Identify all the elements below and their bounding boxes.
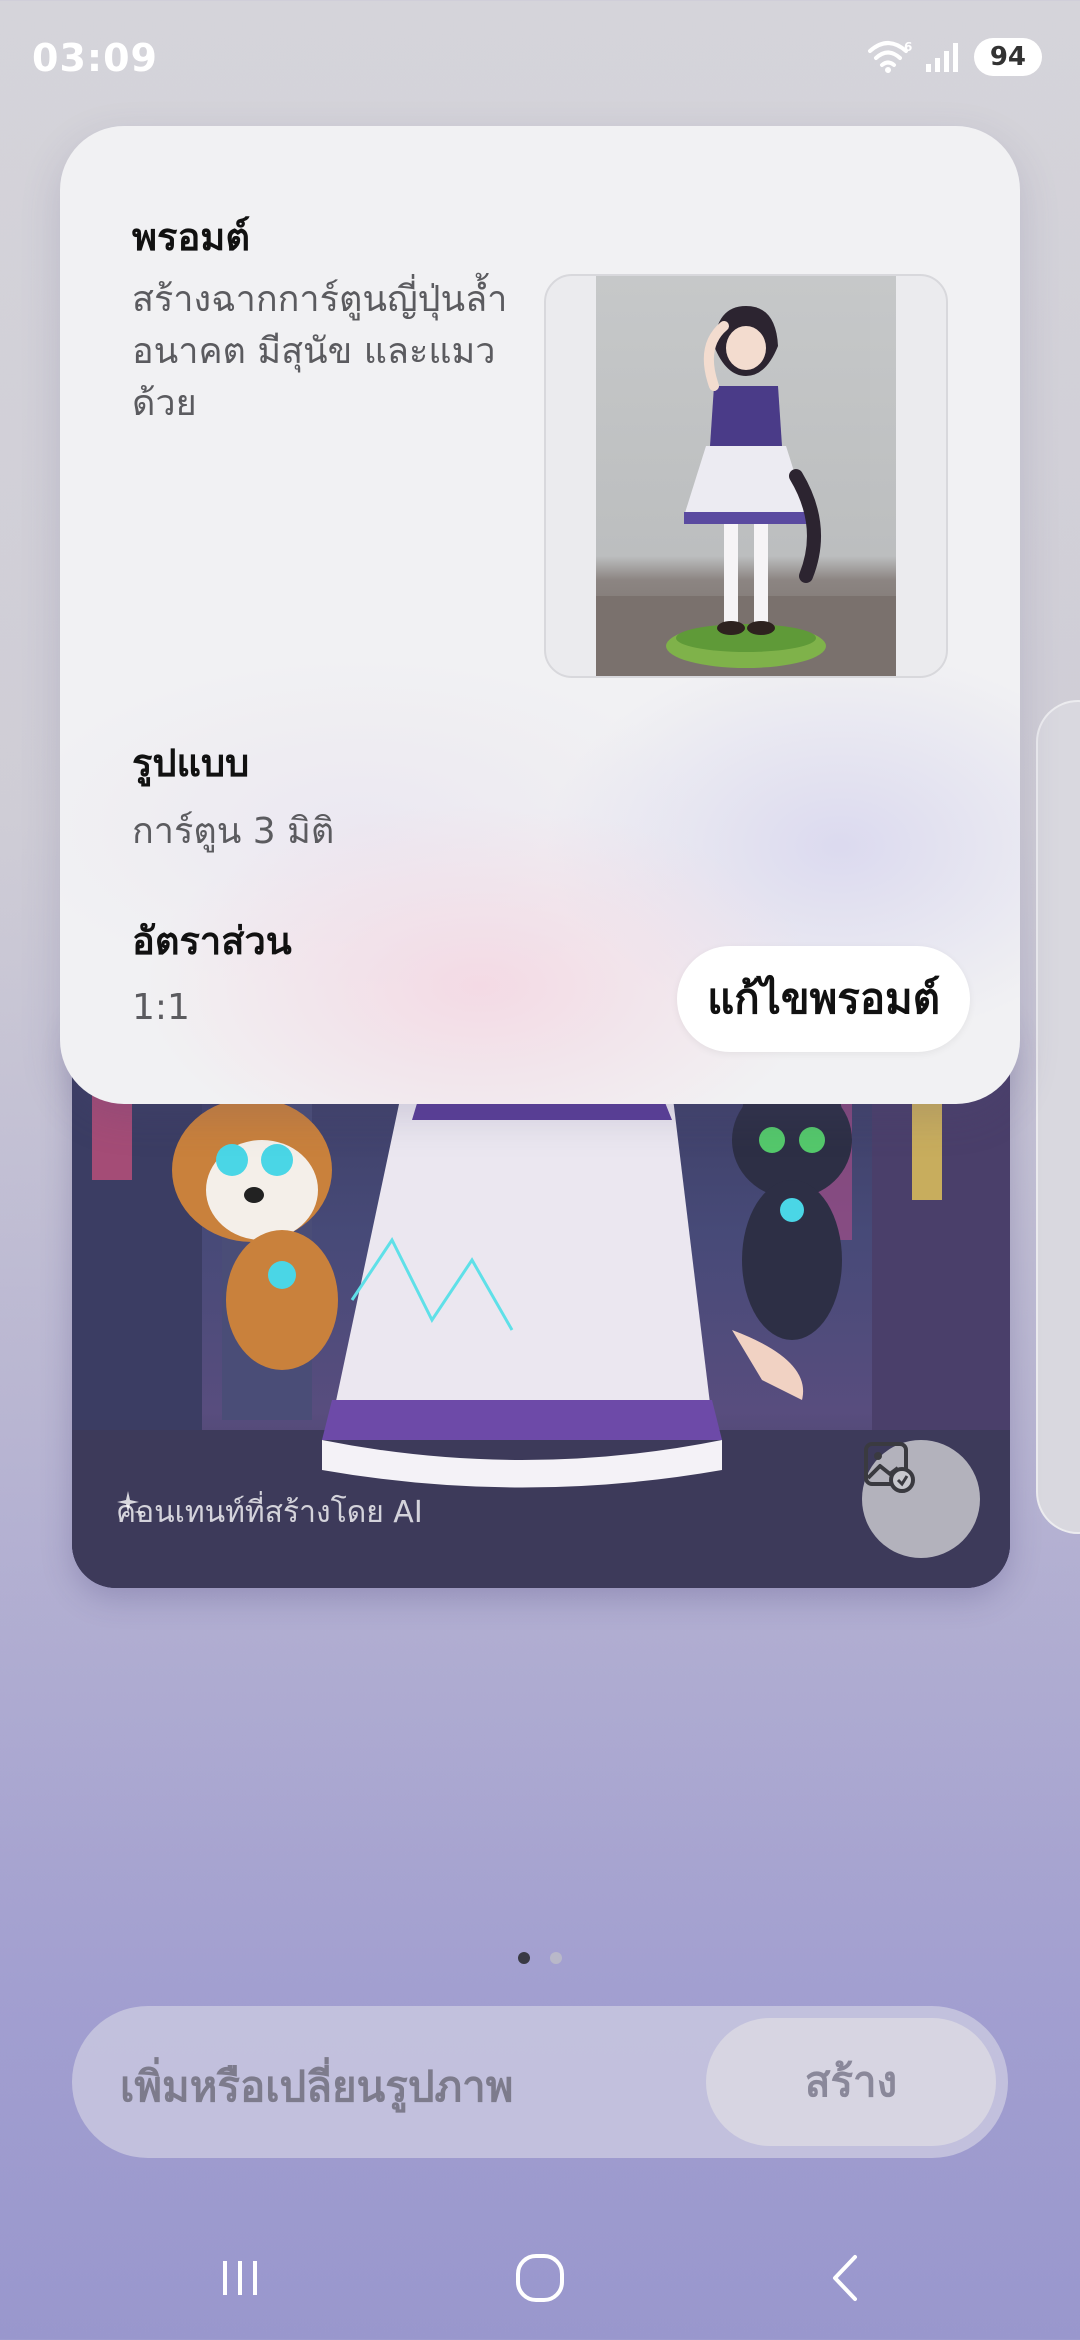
page-indicator (0, 1952, 1080, 1964)
status-time: 03:09 (32, 36, 158, 80)
ratio-label: อัตราส่วน (132, 919, 292, 963)
page-dot-2[interactable] (550, 1952, 562, 1964)
battery-indicator: 94 (973, 38, 1042, 76)
next-card-peek[interactable] (1036, 700, 1080, 1534)
home-icon (516, 2254, 564, 2302)
reference-image-thumbnail[interactable] (544, 274, 948, 678)
prompt-details-card: พรอมต์ สร้างฉากการ์ตูนญี่ปุ่นล้ำอนาคต มี… (60, 126, 1020, 1104)
style-label: รูปแบบ (132, 741, 250, 785)
status-icons: 6 94 (866, 38, 1042, 76)
prompt-text: สร้างฉากการ์ตูนญี่ปุ่นล้ำอนาคต มีสุนัข แ… (132, 279, 508, 424)
navigation-bar (0, 2220, 1080, 2340)
add-change-image-field[interactable]: เพิ่มหรือเปลี่ยนรูปภาพ (120, 2054, 513, 2120)
edit-prompt-button[interactable]: แก้ไขพรอมต์ (677, 946, 970, 1052)
signal-icon (925, 43, 958, 72)
prompt-label: พรอมต์ (132, 215, 251, 259)
recent-apps-icon (223, 2261, 257, 2295)
recent-apps-button[interactable] (200, 2248, 280, 2308)
image-edit-icon (864, 1442, 915, 1493)
style-value: การ์ตูน 3 มิติ (132, 811, 335, 852)
page-dot-1[interactable] (518, 1952, 530, 1964)
reference-image (596, 276, 896, 676)
back-button[interactable] (806, 2248, 886, 2308)
sparkle-icon (117, 1491, 144, 1517)
wifi-badge: 6 (904, 40, 912, 54)
create-button[interactable]: สร้าง (706, 2018, 996, 2146)
ratio-value: 1:1 (132, 987, 190, 1028)
home-button[interactable] (500, 2248, 580, 2308)
input-bar: เพิ่มหรือเปลี่ยนรูปภาพ สร้าง (72, 2006, 1008, 2158)
image-edit-button[interactable] (862, 1440, 980, 1558)
ai-content-label: คอนเทนท์ที่สร้างโดย AI (116, 1489, 423, 1536)
back-icon (833, 2255, 857, 2301)
ai-content-text: คอนเทนท์ที่สร้างโดย AI (116, 1495, 423, 1530)
status-bar: 03:09 6 94 (0, 0, 1080, 120)
wifi-icon: 6 (867, 40, 912, 73)
